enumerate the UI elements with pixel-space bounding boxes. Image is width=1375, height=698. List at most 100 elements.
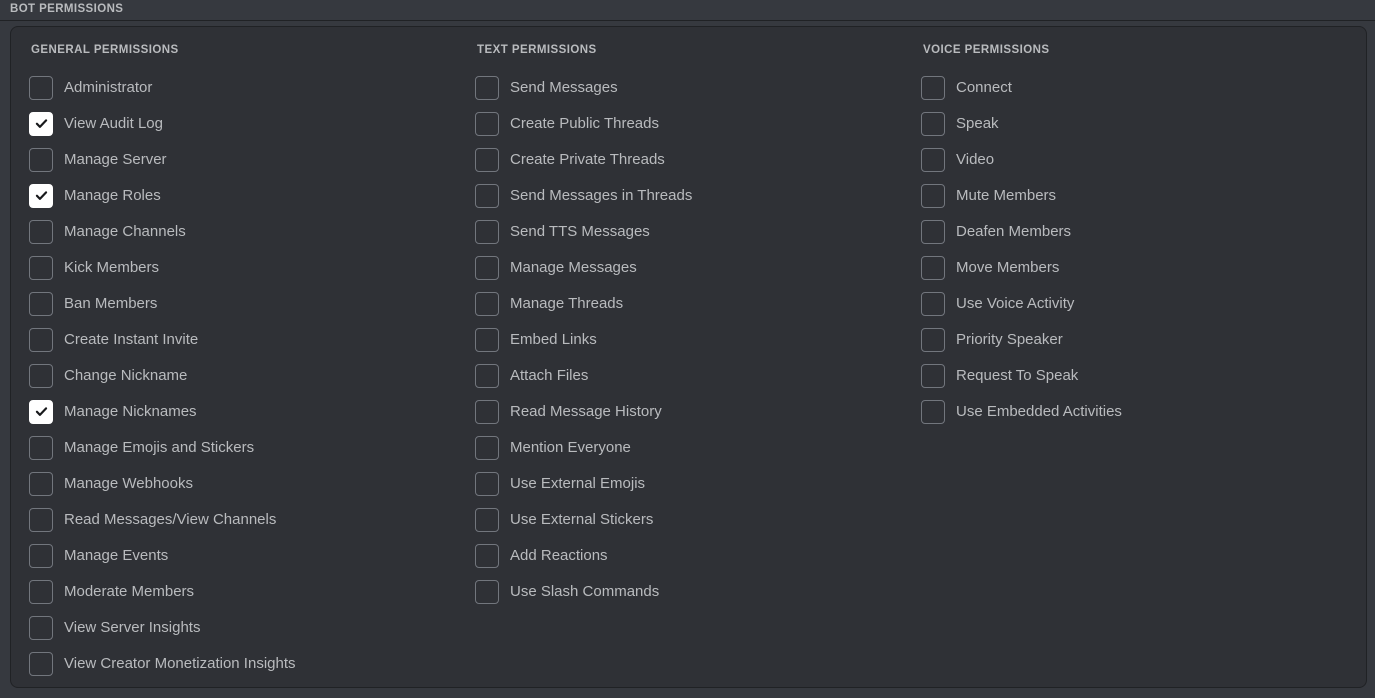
checkbox-unchecked-icon[interactable] [921, 363, 945, 388]
permission-row[interactable]: Send TTS Messages [475, 214, 905, 250]
checkbox-unchecked-icon[interactable] [921, 399, 945, 424]
permission-row[interactable]: Request To Speak [921, 358, 1351, 394]
permission-row[interactable]: View Audit Log [29, 106, 459, 142]
checkbox-checked-icon[interactable] [29, 111, 53, 136]
checkbox-unchecked-icon[interactable] [475, 111, 499, 136]
permission-row[interactable]: Create Instant Invite [29, 322, 459, 358]
permission-row[interactable]: Manage Messages [475, 250, 905, 286]
permission-label: Use External Stickers [510, 511, 654, 528]
permission-row[interactable]: View Server Insights [29, 610, 459, 646]
checkbox-unchecked-icon[interactable] [921, 219, 945, 244]
permission-row[interactable]: Administrator [29, 70, 459, 106]
permission-row[interactable]: Mention Everyone [475, 430, 905, 466]
permission-row[interactable]: Add Reactions [475, 538, 905, 574]
permission-row[interactable]: Moderate Members [29, 574, 459, 610]
checkbox-unchecked-icon[interactable] [921, 147, 945, 172]
permission-label: Send Messages [510, 79, 618, 96]
checkbox-unchecked-icon[interactable] [475, 363, 499, 388]
permission-row[interactable]: Embed Links [475, 322, 905, 358]
checkbox-unchecked-icon[interactable] [29, 219, 53, 244]
checkbox-unchecked-icon[interactable] [29, 651, 53, 676]
permission-row[interactable]: Use External Stickers [475, 502, 905, 538]
permission-row[interactable]: Manage Roles [29, 178, 459, 214]
checkbox-unchecked-icon[interactable] [475, 543, 499, 568]
checkbox-unchecked-icon[interactable] [475, 183, 499, 208]
checkbox-unchecked-icon[interactable] [475, 435, 499, 460]
permission-label: Manage Webhooks [64, 475, 193, 492]
permission-row[interactable]: Manage Webhooks [29, 466, 459, 502]
permission-row[interactable]: Manage Nicknames [29, 394, 459, 430]
permission-row[interactable]: Use Embedded Activities [921, 394, 1351, 430]
checkbox-unchecked-icon[interactable] [29, 507, 53, 532]
permission-row[interactable]: Manage Threads [475, 286, 905, 322]
permission-row[interactable]: Read Message History [475, 394, 905, 430]
permission-row[interactable]: Speak [921, 106, 1351, 142]
permission-row[interactable]: Deafen Members [921, 214, 1351, 250]
checkbox-unchecked-icon[interactable] [29, 471, 53, 496]
checkbox-unchecked-icon[interactable] [921, 75, 945, 100]
checkbox-unchecked-icon[interactable] [475, 75, 499, 100]
checkbox-unchecked-icon[interactable] [29, 75, 53, 100]
checkbox-unchecked-icon[interactable] [475, 291, 499, 316]
permissions-column-voice: VOICE PERMISSIONS Connect Speak Video Mute … [921, 44, 1351, 430]
permission-row[interactable]: Use Voice Activity [921, 286, 1351, 322]
permission-row[interactable]: Move Members [921, 250, 1351, 286]
permission-label: Kick Members [64, 259, 160, 276]
checkbox-unchecked-icon[interactable] [921, 183, 945, 208]
checkbox-unchecked-icon[interactable] [475, 255, 499, 280]
permission-row[interactable]: Change Nickname [29, 358, 459, 394]
checkbox-unchecked-icon[interactable] [29, 363, 53, 388]
checkbox-unchecked-icon[interactable] [921, 111, 945, 136]
checkbox-unchecked-icon[interactable] [921, 327, 945, 352]
permission-label: Manage Channels [64, 223, 186, 240]
permission-label: Request To Speak [956, 367, 1079, 384]
checkbox-checked-icon[interactable] [29, 183, 53, 208]
checkbox-unchecked-icon[interactable] [475, 147, 499, 172]
checkbox-unchecked-icon[interactable] [29, 615, 53, 640]
permission-row[interactable]: Send Messages in Threads [475, 178, 905, 214]
checkbox-unchecked-icon[interactable] [29, 327, 53, 352]
permission-row[interactable]: Use External Emojis [475, 466, 905, 502]
checkbox-unchecked-icon[interactable] [921, 291, 945, 316]
permission-row[interactable]: Create Private Threads [475, 142, 905, 178]
checkbox-checked-icon[interactable] [29, 399, 53, 424]
permission-row[interactable]: Create Public Threads [475, 106, 905, 142]
permission-row[interactable]: Manage Events [29, 538, 459, 574]
permissions-panel: GENERAL PERMISSIONS Administrator View Au… [10, 26, 1367, 688]
permission-row[interactable]: Mute Members [921, 178, 1351, 214]
permission-row[interactable]: Priority Speaker [921, 322, 1351, 358]
permission-label: View Audit Log [64, 115, 163, 132]
permission-label: Manage Events [64, 547, 169, 564]
checkbox-unchecked-icon[interactable] [475, 399, 499, 424]
checkbox-unchecked-icon[interactable] [29, 291, 53, 316]
checkbox-unchecked-icon[interactable] [475, 471, 499, 496]
permission-row[interactable]: Read Messages/View Channels [29, 502, 459, 538]
permission-row[interactable]: Video [921, 142, 1351, 178]
checkbox-unchecked-icon[interactable] [475, 219, 499, 244]
permission-row[interactable]: Ban Members [29, 286, 459, 322]
permission-label: Create Public Threads [510, 115, 659, 132]
checkbox-unchecked-icon[interactable] [29, 579, 53, 604]
permission-row[interactable]: Manage Server [29, 142, 459, 178]
permission-row[interactable]: Send Messages [475, 70, 905, 106]
permission-label: Read Messages/View Channels [64, 511, 277, 528]
checkbox-unchecked-icon[interactable] [29, 255, 53, 280]
checkbox-unchecked-icon[interactable] [475, 507, 499, 532]
checkbox-unchecked-icon[interactable] [475, 579, 499, 604]
permission-row[interactable]: View Creator Monetization Insights [29, 646, 459, 682]
checkbox-unchecked-icon[interactable] [29, 147, 53, 172]
permission-row[interactable]: Connect [921, 70, 1351, 106]
permission-row[interactable]: Manage Emojis and Stickers [29, 430, 459, 466]
permission-row[interactable]: Kick Members [29, 250, 459, 286]
permission-row[interactable]: Attach Files [475, 358, 905, 394]
permission-label: Video [956, 151, 995, 168]
permission-label: Priority Speaker [956, 331, 1063, 348]
permission-row[interactable]: Manage Channels [29, 214, 459, 250]
checkbox-unchecked-icon[interactable] [29, 543, 53, 568]
checkbox-unchecked-icon[interactable] [921, 255, 945, 280]
permission-row[interactable]: Use Slash Commands [475, 574, 905, 610]
checkbox-unchecked-icon[interactable] [29, 435, 53, 460]
bot-permissions-header: BOT PERMISSIONS [0, 0, 1375, 20]
checkbox-unchecked-icon[interactable] [475, 327, 499, 352]
permission-label: Deafen Members [956, 223, 1072, 240]
